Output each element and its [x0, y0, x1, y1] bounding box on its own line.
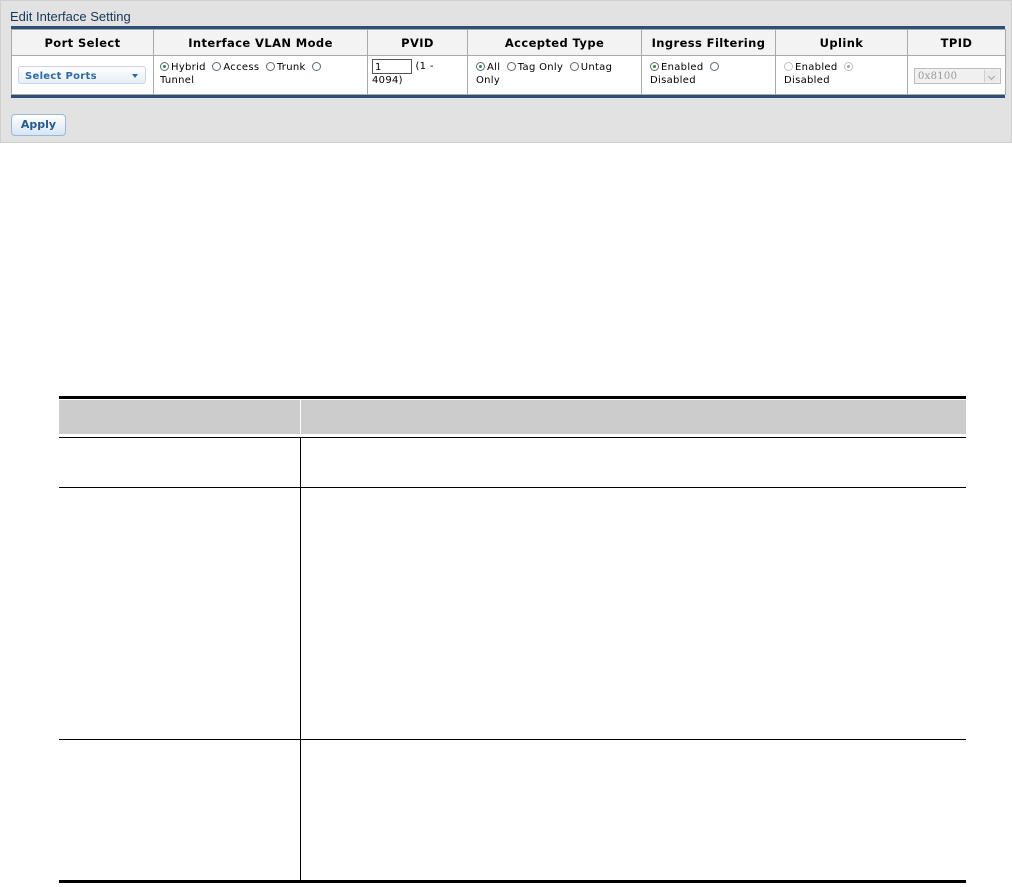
pvid-cell: 1 (1 - 4094)	[367, 55, 468, 95]
ingress-disabled-radio[interactable]	[710, 62, 719, 71]
table-row-divider	[59, 739, 966, 740]
ingress-filtering-cell: Enabled Disabled	[641, 55, 776, 95]
port-select-cell: Select Ports	[11, 55, 154, 95]
edit-interface-panel: Edit Interface Setting Port Select Inter…	[0, 0, 1012, 143]
tpid-cell: 0x8100	[907, 55, 1006, 95]
table-top-rule	[59, 396, 966, 399]
accepted-type-untag-only-radio[interactable]	[569, 62, 579, 71]
table-column-divider	[300, 437, 301, 880]
vlan-mode-access-label: Access	[223, 62, 260, 73]
table-row-divider	[59, 437, 966, 438]
ingress-enabled-radio[interactable]	[650, 62, 659, 71]
accepted-type-only-label: Only	[476, 75, 501, 86]
accepted-type-all-label: All	[487, 62, 501, 73]
accepted-type-all-radio[interactable]	[476, 62, 485, 71]
table-header-row	[59, 400, 966, 434]
description-table	[59, 396, 966, 886]
vlan-mode-tunnel-label: Tunnel	[160, 75, 195, 86]
column-header-ingress-filtering: Ingress Filtering	[641, 29, 776, 56]
table-bottom-rule	[59, 880, 966, 883]
column-header-accepted-type: Accepted Type	[467, 29, 642, 56]
vlan-mode-hybrid-radio[interactable]	[160, 62, 169, 71]
uplink-disabled-radio[interactable]	[844, 62, 853, 71]
accepted-type-cell: All Tag Only Untag Only	[467, 55, 642, 95]
uplink-enabled-label: Enabled	[795, 62, 838, 73]
column-header-port-select: Port Select	[11, 29, 154, 56]
chevron-down-icon	[132, 74, 138, 78]
vlan-mode-access-radio[interactable]	[212, 62, 222, 71]
select-ports-dropdown[interactable]: Select Ports	[18, 66, 146, 84]
ingress-disabled-label: Disabled	[650, 75, 696, 86]
column-header-pvid: PVID	[367, 29, 468, 56]
panel-title: Edit Interface Setting	[10, 9, 131, 24]
tpid-select[interactable]: 0x8100	[914, 68, 1001, 84]
column-header-vlan-mode: Interface VLAN Mode	[153, 29, 368, 56]
ingress-enabled-label: Enabled	[661, 62, 704, 73]
uplink-enabled-radio[interactable]	[784, 62, 793, 71]
vlan-mode-trunk-label: Trunk	[276, 62, 306, 73]
apply-button[interactable]: Apply	[11, 114, 66, 136]
pvid-range-start: (1 -	[415, 61, 434, 72]
accepted-type-tag-only-label: Tag Only	[517, 62, 564, 73]
select-ports-label: Select Ports	[25, 71, 97, 82]
vlan-mode-trunk-radio[interactable]	[265, 62, 275, 71]
chevron-down-icon	[984, 70, 999, 82]
accepted-type-tag-only-radio[interactable]	[506, 62, 516, 71]
column-header-uplink: Uplink	[775, 29, 908, 56]
table-row-divider	[59, 487, 966, 488]
uplink-cell: Enabled Disabled	[775, 55, 908, 95]
accepted-type-untag-label: Untag	[580, 62, 613, 73]
pvid-range-end: 4094)	[372, 75, 403, 86]
interface-setting-table: Port Select Interface VLAN Mode PVID Acc…	[11, 26, 1006, 98]
vlan-mode-tunnel-radio[interactable]	[312, 62, 322, 71]
column-header-tpid: TPID	[907, 29, 1006, 56]
vlan-mode-hybrid-label: Hybrid	[171, 62, 206, 73]
tpid-value: 0x8100	[918, 71, 958, 82]
vlan-mode-cell: Hybrid Access Trunk Tunnel	[153, 55, 368, 95]
uplink-disabled-label: Disabled	[784, 75, 830, 86]
pvid-input[interactable]: 1	[372, 59, 412, 74]
table-header-divider	[300, 400, 301, 434]
